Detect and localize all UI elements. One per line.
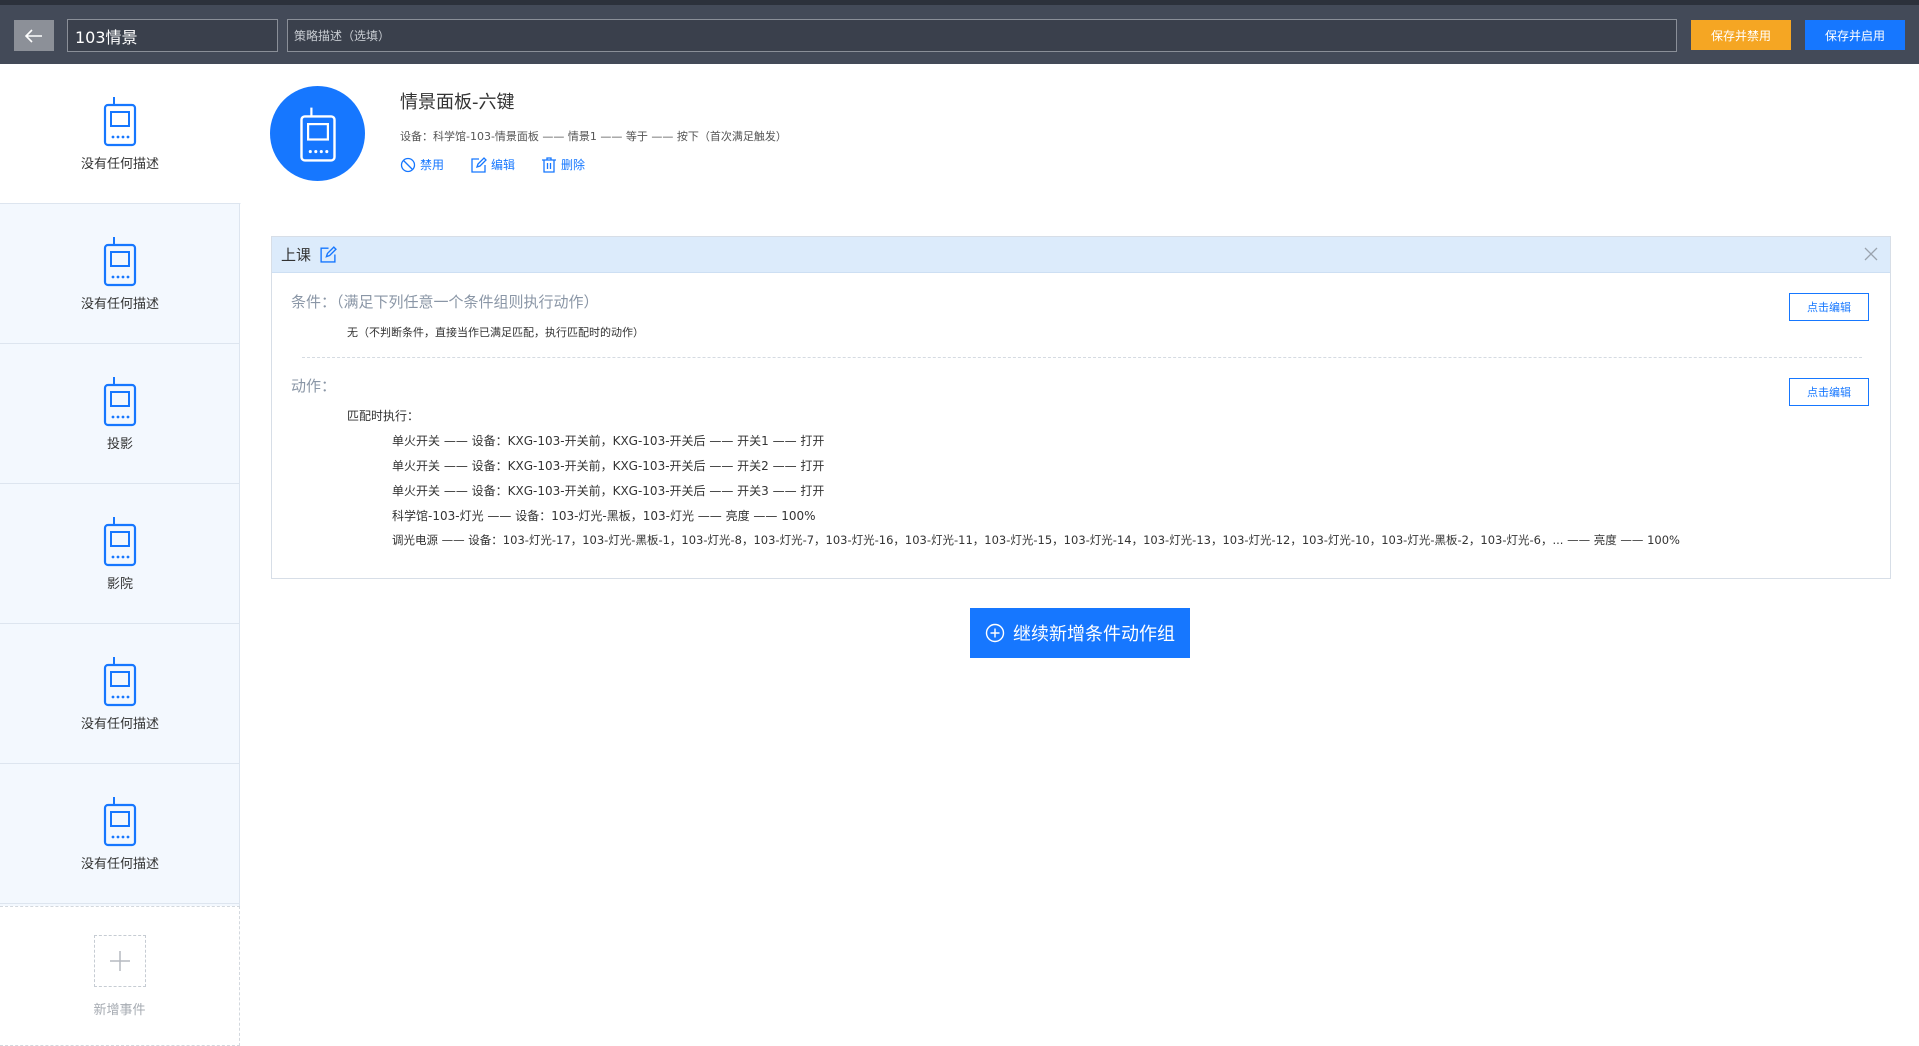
edit-icon: [471, 156, 487, 173]
event-item-label: 没有任何描述: [80, 297, 159, 312]
action-item: 科学馆-103-灯光 —— 设备：103-灯光-黑板，103-灯光 —— 亮度 …: [392, 509, 816, 523]
add-group-label: 继续新增条件动作组: [1013, 624, 1175, 645]
delete-action[interactable]: 删除: [541, 156, 585, 173]
panel-device-icon: [103, 237, 137, 287]
device-actions: 禁用 编辑 删除: [400, 156, 585, 173]
panel-device-icon: [103, 97, 137, 147]
event-item-label: 影院: [106, 577, 133, 592]
event-item-6[interactable]: 没有任何描述: [0, 764, 240, 904]
panel-device-icon: [103, 377, 137, 427]
close-icon[interactable]: [1864, 247, 1878, 261]
panel-device-icon: [103, 797, 137, 847]
condition-text: 无（不判断条件，直接当作已满足匹配，执行匹配时的动作）: [347, 326, 644, 339]
add-condition-action-group-button[interactable]: 继续新增条件动作组: [970, 608, 1190, 658]
event-item-label: 没有任何描述: [80, 157, 159, 172]
add-event-box: [93, 934, 146, 987]
edit-action[interactable]: 编辑: [470, 156, 515, 173]
event-item-4[interactable]: 影院: [0, 484, 240, 624]
group-name: 上课: [281, 246, 312, 264]
divider: [302, 357, 1862, 358]
group-header: 上课: [272, 237, 1890, 273]
condition-action-group: 上课 条件：（满足下列任意一个条件组则执行动作） 无（不判断条件，直接当作已满足…: [271, 236, 1891, 579]
device-avatar: [270, 86, 365, 181]
add-event-label: 新增事件: [93, 1002, 146, 1018]
event-item-label: 没有任何描述: [80, 857, 159, 872]
edit-label: 编辑: [491, 158, 516, 172]
ban-icon: [400, 157, 416, 172]
panel-device-icon: [103, 657, 137, 707]
save-and-enable-button[interactable]: 保存并启用: [1805, 20, 1905, 50]
device-title: 情景面板-六键: [400, 92, 515, 113]
action-title: 动作：: [291, 377, 337, 395]
disable-action[interactable]: 禁用: [400, 156, 444, 173]
delete-label: 删除: [561, 158, 586, 172]
device-trigger-desc: 设备：科学馆-103-情景面板 —— 情景1 —— 等于 —— 按下（首次满足触…: [400, 130, 787, 143]
action-item: 调光电源 —— 设备：103-灯光-17，103-灯光-黑板-1，103-灯光-…: [392, 533, 1680, 547]
condition-title: 条件：（满足下列任意一个条件组则执行动作）: [291, 293, 599, 311]
event-item-label: 投影: [106, 437, 133, 452]
save-and-disable-button[interactable]: 保存并禁用: [1691, 20, 1791, 50]
back-button[interactable]: [14, 20, 54, 51]
action-item: 单火开关 —— 设备：KXG-103-开关前，KXG-103-开关后 —— 开关…: [392, 434, 825, 448]
edit-condition-button[interactable]: 点击编辑: [1789, 293, 1869, 321]
disable-label: 禁用: [420, 158, 445, 172]
arrow-left-icon: [25, 28, 42, 43]
event-sidebar: 没有任何描述 没有任何描述 投影 影院 没有任何描述 没有任何描述 新增事件: [0, 64, 241, 1046]
strategy-name-input[interactable]: [67, 19, 278, 52]
edit-action-button[interactable]: 点击编辑: [1789, 378, 1869, 406]
event-item-5[interactable]: 没有任何描述: [0, 624, 240, 764]
top-bar: 保存并禁用 保存并启用: [0, 0, 1919, 64]
event-item-3[interactable]: 投影: [0, 344, 240, 484]
match-label: 匹配时执行：: [347, 409, 420, 423]
add-event-button[interactable]: 新增事件: [0, 906, 240, 1046]
plus-circle-icon: [985, 623, 1005, 643]
trash-icon: [542, 156, 557, 173]
edit-icon[interactable]: [319, 246, 337, 263]
event-item-label: 没有任何描述: [80, 717, 159, 732]
plus-icon: [109, 950, 130, 971]
strategy-desc-input[interactable]: [287, 19, 1677, 52]
event-item-1[interactable]: 没有任何描述: [0, 64, 241, 204]
action-item: 单火开关 —— 设备：KXG-103-开关前，KXG-103-开关后 —— 开关…: [392, 484, 825, 498]
action-item: 单火开关 —— 设备：KXG-103-开关前，KXG-103-开关后 —— 开关…: [392, 459, 825, 473]
panel-device-icon: [299, 107, 336, 162]
panel-device-icon: [103, 517, 137, 567]
event-item-2[interactable]: 没有任何描述: [0, 204, 240, 344]
